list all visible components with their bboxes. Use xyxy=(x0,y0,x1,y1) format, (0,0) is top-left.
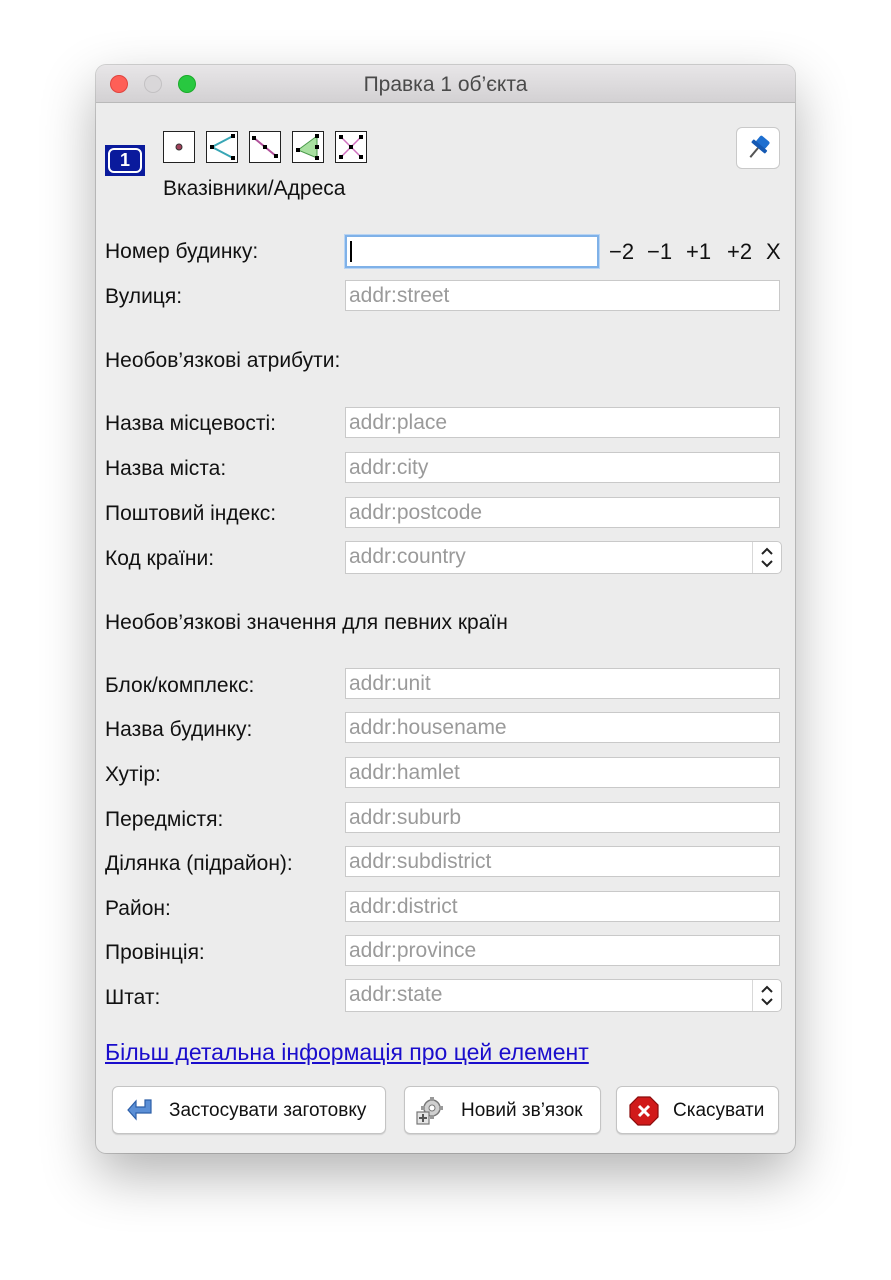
area-type-icon xyxy=(292,131,324,163)
preset-name: Вказівники/Адреса xyxy=(163,177,346,200)
cancel-stop-icon xyxy=(629,1096,659,1126)
apply-preset-label: Застосувати заготовку xyxy=(169,1100,367,1121)
relation-type-icon xyxy=(335,131,367,163)
up-down-chevron-icon xyxy=(761,985,773,1006)
postcode-input[interactable]: addr:postcode xyxy=(345,497,780,528)
title-bar[interactable]: Правка 1 об’єкта xyxy=(96,65,795,103)
country-label: Код країни: xyxy=(105,547,215,570)
province-input[interactable]: addr:province xyxy=(345,935,780,966)
cancel-button[interactable]: Скасувати xyxy=(616,1086,779,1134)
place-label: Назва місцевості: xyxy=(105,412,276,435)
state-label: Штат: xyxy=(105,986,161,1009)
province-placeholder: addr:province xyxy=(349,939,477,962)
unit-input[interactable]: addr:unit xyxy=(345,668,780,699)
pushpin-icon xyxy=(749,135,770,158)
province-label: Провінція: xyxy=(105,941,205,964)
district-label: Район: xyxy=(105,897,171,920)
new-relation-label: Новий зв’язок xyxy=(461,1100,583,1121)
country-placeholder: addr:country xyxy=(349,545,466,568)
up-down-chevron-icon xyxy=(761,547,773,568)
subdistrict-input[interactable]: addr:subdistrict xyxy=(345,846,780,877)
unit-label: Блок/комплекс: xyxy=(105,674,255,697)
apply-preset-button[interactable]: Застосувати заготовку xyxy=(112,1086,386,1134)
edit-dialog-window: Правка 1 об’єкта 1 Вказівники/Адреса Ном… xyxy=(96,65,795,1153)
hamlet-placeholder: addr:hamlet xyxy=(349,761,460,784)
street-input[interactable]: addr:street xyxy=(345,280,780,311)
house-number-label: Номер будинку: xyxy=(105,240,259,263)
postcode-placeholder: addr:postcode xyxy=(349,501,483,524)
subdistrict-placeholder: addr:subdistrict xyxy=(349,850,492,873)
way-type-icon xyxy=(206,131,238,163)
housename-input[interactable]: addr:housename xyxy=(345,712,780,743)
clear-house-number-button[interactable]: X xyxy=(766,239,781,265)
district-input[interactable]: addr:district xyxy=(345,891,780,922)
place-input[interactable]: addr:place xyxy=(345,407,780,438)
housename-placeholder: addr:housename xyxy=(349,716,507,739)
object-count: 1 xyxy=(108,148,142,173)
hamlet-label: Хутір: xyxy=(105,763,161,786)
street-placeholder: addr:street xyxy=(349,284,450,307)
subdistrict-label: Ділянка (підрайон): xyxy=(105,852,293,875)
apply-arrow-icon xyxy=(127,1099,152,1121)
decrement-2-button[interactable]: −2 xyxy=(609,239,634,265)
city-input[interactable]: addr:city xyxy=(345,452,780,483)
increment-2-button[interactable]: +2 xyxy=(727,239,752,265)
street-label: Вулиця: xyxy=(105,285,183,308)
more-info-link[interactable]: Більш детальна інформація про цей елемен… xyxy=(105,1039,589,1066)
unit-placeholder: addr:unit xyxy=(349,672,431,695)
district-placeholder: addr:district xyxy=(349,895,458,918)
country-specific-heading: Необов’язкові значення для певних країн xyxy=(105,611,508,634)
city-placeholder: addr:city xyxy=(349,456,429,479)
object-count-badge: 1 xyxy=(105,145,145,176)
closed-way-type-icon xyxy=(249,131,281,163)
state-dropdown-button[interactable] xyxy=(752,980,781,1011)
postcode-label: Поштовий індекс: xyxy=(105,502,277,525)
decrement-1-button[interactable]: −1 xyxy=(647,239,672,265)
hamlet-input[interactable]: addr:hamlet xyxy=(345,757,780,788)
suburb-input[interactable]: addr:suburb xyxy=(345,802,780,833)
place-placeholder: addr:place xyxy=(349,411,448,434)
optional-attributes-heading: Необов’язкові атрибути: xyxy=(105,349,341,372)
cancel-label: Скасувати xyxy=(673,1100,765,1121)
house-number-input[interactable] xyxy=(345,235,599,268)
suburb-placeholder: addr:suburb xyxy=(349,806,462,829)
pin-button[interactable] xyxy=(736,127,780,169)
window-title: Правка 1 об’єкта xyxy=(363,73,528,96)
country-combobox[interactable]: addr:country xyxy=(345,541,782,574)
increment-1-button[interactable]: +1 xyxy=(686,239,711,265)
housename-label: Назва будинку: xyxy=(105,718,253,741)
text-caret xyxy=(350,241,352,262)
suburb-label: Передмістя: xyxy=(105,808,224,831)
city-label: Назва міста: xyxy=(105,457,227,480)
state-combobox[interactable]: addr:state xyxy=(345,979,782,1012)
country-dropdown-button[interactable] xyxy=(752,542,781,573)
new-relation-button[interactable]: Новий зв’язок xyxy=(404,1086,601,1134)
state-placeholder: addr:state xyxy=(349,983,443,1006)
node-type-icon xyxy=(163,131,195,163)
gear-icon xyxy=(416,1097,443,1125)
